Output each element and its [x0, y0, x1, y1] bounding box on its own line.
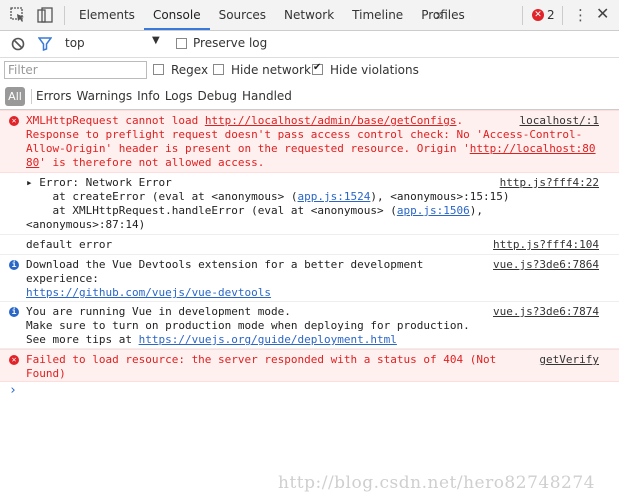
- message-text: You are running Vue in development mode.…: [26, 305, 470, 346]
- message-text[interactable]: ▸ Error: Network Error at createError (e…: [26, 176, 509, 232]
- message-link[interactable]: https://github.com/vuejs/vue-devtools: [26, 286, 271, 299]
- console-prompt-row[interactable]: ›: [0, 382, 619, 404]
- console-prompt[interactable]: ›: [9, 384, 17, 398]
- toolbar-divider: [562, 6, 563, 25]
- preserve-log-label: Preserve log: [193, 36, 268, 50]
- tab-network[interactable]: Network: [275, 0, 343, 30]
- console-message-info: i You are running Vue in development mod…: [0, 302, 619, 349]
- source-link[interactable]: http.js?fff4:22: [500, 176, 599, 190]
- context-selector[interactable]: top: [65, 36, 85, 50]
- panel-tabs: Elements Console Sources Network Timelin…: [70, 0, 474, 30]
- message-link[interactable]: app.js:1524: [298, 190, 371, 203]
- preserve-log-checkbox[interactable]: [176, 38, 187, 49]
- tab-timeline[interactable]: Timeline: [343, 0, 412, 30]
- log-levels-bar: All Errors Warnings Info Logs Debug Hand…: [0, 84, 619, 110]
- source-link[interactable]: getVerify: [539, 353, 599, 367]
- message-link[interactable]: http://localhost/admin/base/getConfigs: [205, 114, 457, 127]
- error-counter[interactable]: ✕ 2: [532, 8, 555, 22]
- level-all-button[interactable]: All: [5, 87, 25, 106]
- message-link[interactable]: 80: [26, 156, 39, 169]
- tab-sources[interactable]: Sources: [210, 0, 275, 30]
- source-link[interactable]: http.js?fff4:104: [493, 238, 599, 252]
- clear-console-icon[interactable]: [11, 37, 25, 51]
- console-message-log: ▸ Error: Network Error at createError (e…: [0, 173, 619, 235]
- message-link[interactable]: https://vuejs.org/guide/deployment.html: [139, 333, 397, 346]
- message-text: XMLHttpRequest cannot load http://localh…: [26, 114, 596, 169]
- level-debug[interactable]: Debug: [198, 89, 237, 103]
- regex-checkbox[interactable]: [153, 64, 164, 75]
- error-icon: ✕: [9, 355, 19, 365]
- console-message-log: default error http.js?fff4:104: [0, 235, 619, 255]
- hide-network-checkbox[interactable]: [213, 64, 224, 75]
- hide-violations-checkbox[interactable]: [312, 62, 323, 75]
- more-tabs-button[interactable]: »: [435, 0, 444, 30]
- filter-input[interactable]: [4, 61, 147, 79]
- console-messages: ✕ XMLHttpRequest cannot load http://loca…: [0, 110, 619, 404]
- error-icon: ✕: [9, 116, 19, 126]
- info-icon: i: [9, 260, 19, 270]
- levels-divider: [31, 89, 32, 104]
- console-message-error: ✕ Failed to load resource: the server re…: [0, 349, 619, 382]
- regex-label: Regex: [171, 63, 209, 77]
- hide-network-label: Hide network: [231, 63, 311, 77]
- tab-console[interactable]: Console: [143, 0, 210, 30]
- message-text: default error: [26, 238, 113, 251]
- level-info[interactable]: Info: [137, 89, 160, 103]
- level-handled[interactable]: Handled: [242, 89, 292, 103]
- tab-elements[interactable]: Elements: [70, 0, 144, 30]
- filter-icon[interactable]: [38, 37, 52, 51]
- filter-bar: Regex Hide network Hide violations: [0, 58, 619, 84]
- device-toolbar-icon[interactable]: [36, 6, 54, 24]
- chevron-down-icon[interactable]: ▼: [152, 35, 160, 46]
- toolbar-divider: [64, 6, 65, 25]
- level-logs[interactable]: Logs: [165, 89, 193, 103]
- console-message-info: i Download the Vue Devtools extension fo…: [0, 255, 619, 302]
- error-icon: ✕: [532, 9, 544, 21]
- error-count: 2: [547, 8, 555, 22]
- watermark: http://blog.csdn.net/hero82748274: [278, 473, 595, 493]
- devtools-tab-bar: Elements Console Sources Network Timelin…: [0, 0, 619, 31]
- message-text: Failed to load resource: the server resp…: [26, 353, 497, 380]
- close-icon[interactable]: ✕: [596, 4, 609, 23]
- hide-violations-label: Hide violations: [330, 63, 419, 77]
- message-link[interactable]: app.js:1506: [397, 204, 470, 217]
- level-warnings[interactable]: Warnings: [77, 89, 133, 103]
- more-options-icon[interactable]: ⋮: [573, 6, 588, 24]
- source-link[interactable]: vue.js?3de6:7864: [493, 258, 599, 272]
- console-toolbar: top ▼ Preserve log: [0, 31, 619, 58]
- message-link[interactable]: http://localhost:80: [470, 142, 596, 155]
- source-link[interactable]: localhost/:1: [520, 114, 599, 128]
- info-icon: i: [9, 307, 19, 317]
- source-link[interactable]: vue.js?3de6:7874: [493, 305, 599, 319]
- toolbar-divider: [522, 6, 523, 25]
- console-message-error: ✕ XMLHttpRequest cannot load http://loca…: [0, 110, 619, 173]
- level-errors[interactable]: Errors: [36, 89, 72, 103]
- message-text: Download the Vue Devtools extension for …: [26, 258, 424, 299]
- inspect-element-icon[interactable]: [9, 6, 27, 24]
